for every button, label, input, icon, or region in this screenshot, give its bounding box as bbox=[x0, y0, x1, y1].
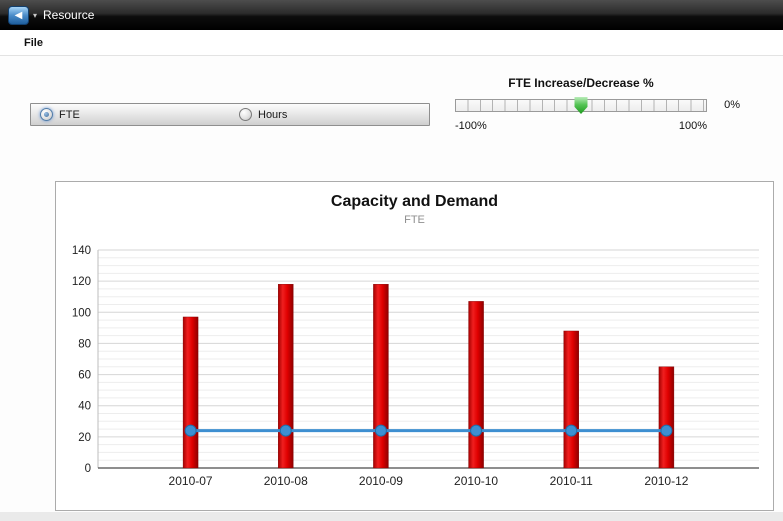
demand-bar-2010-12 bbox=[659, 367, 674, 468]
capacity-marker-2010-07 bbox=[185, 425, 196, 436]
svg-text:0: 0 bbox=[85, 463, 91, 475]
unit-toggle-group: FTE Hours bbox=[30, 103, 430, 126]
radio-icon bbox=[40, 108, 53, 121]
svg-text:60: 60 bbox=[78, 370, 91, 382]
slider-max-label: 100% bbox=[679, 120, 707, 132]
radio-option-label: Hours bbox=[258, 109, 287, 121]
demand-bar-2010-07 bbox=[183, 317, 198, 468]
demand-bar-2010-09 bbox=[373, 284, 388, 468]
capacity-demand-chart: 0 20 40 60 80 100 120 140 2010-07 2010-08 2010-09 2… bbox=[56, 226, 773, 504]
menu-file[interactable]: File bbox=[20, 35, 47, 51]
svg-text:2010-08: 2010-08 bbox=[264, 474, 308, 488]
slider-value: 0% bbox=[724, 99, 740, 111]
svg-text:2010-09: 2010-09 bbox=[359, 474, 403, 488]
svg-text:2010-07: 2010-07 bbox=[169, 474, 213, 488]
bottom-strip bbox=[0, 512, 783, 521]
svg-text:140: 140 bbox=[72, 245, 91, 257]
demand-bar-2010-11 bbox=[564, 331, 579, 468]
dropdown-caret-icon[interactable]: ▾ bbox=[33, 11, 37, 20]
radio-option-hours[interactable]: Hours bbox=[230, 108, 429, 121]
radio-icon bbox=[239, 108, 252, 121]
svg-text:100: 100 bbox=[72, 307, 91, 319]
radio-option-fte[interactable]: FTE bbox=[31, 108, 230, 121]
slider-row: 0% bbox=[455, 97, 707, 115]
capacity-marker-2010-09 bbox=[375, 425, 386, 436]
demand-bar-2010-10 bbox=[469, 301, 484, 468]
content-area: FTE Hours FTE Increase/Decrease % 0% -10… bbox=[0, 56, 783, 521]
svg-text:80: 80 bbox=[78, 338, 91, 350]
svg-text:2010-11: 2010-11 bbox=[550, 474, 593, 488]
svg-text:120: 120 bbox=[72, 276, 91, 288]
slider-min-label: -100% bbox=[455, 120, 487, 132]
svg-text:40: 40 bbox=[78, 401, 91, 413]
window-title: Resource bbox=[43, 8, 94, 22]
chart-title: Capacity and Demand bbox=[56, 193, 773, 211]
radio-option-label: FTE bbox=[59, 109, 80, 121]
fte-adjust-slider-panel: FTE Increase/Decrease % 0% -100% 100% bbox=[455, 76, 707, 132]
chart-subtitle: FTE bbox=[56, 214, 773, 226]
slider-minmax-labels: -100% 100% bbox=[455, 120, 707, 132]
left-arrow-icon: ◀ bbox=[15, 10, 23, 21]
title-bar: ◀ ▾ Resource bbox=[0, 0, 783, 30]
slider-label: FTE Increase/Decrease % bbox=[455, 76, 707, 90]
capacity-marker-2010-10 bbox=[471, 425, 482, 436]
back-button[interactable]: ◀ bbox=[8, 6, 29, 25]
svg-text:20: 20 bbox=[78, 432, 91, 444]
menu-bar: File bbox=[0, 30, 783, 56]
chart-panel: Capacity and Demand FTE 0 20 40 60 80 100 120 1… bbox=[55, 181, 774, 511]
capacity-marker-2010-11 bbox=[566, 425, 577, 436]
svg-text:2010-10: 2010-10 bbox=[454, 474, 498, 488]
capacity-marker-2010-08 bbox=[280, 425, 291, 436]
demand-bar-2010-08 bbox=[278, 284, 293, 468]
resource-app-window: { "titlebar": { "title": "Resource", "ba… bbox=[0, 0, 783, 521]
capacity-marker-2010-12 bbox=[661, 425, 672, 436]
svg-text:2010-12: 2010-12 bbox=[644, 474, 688, 488]
